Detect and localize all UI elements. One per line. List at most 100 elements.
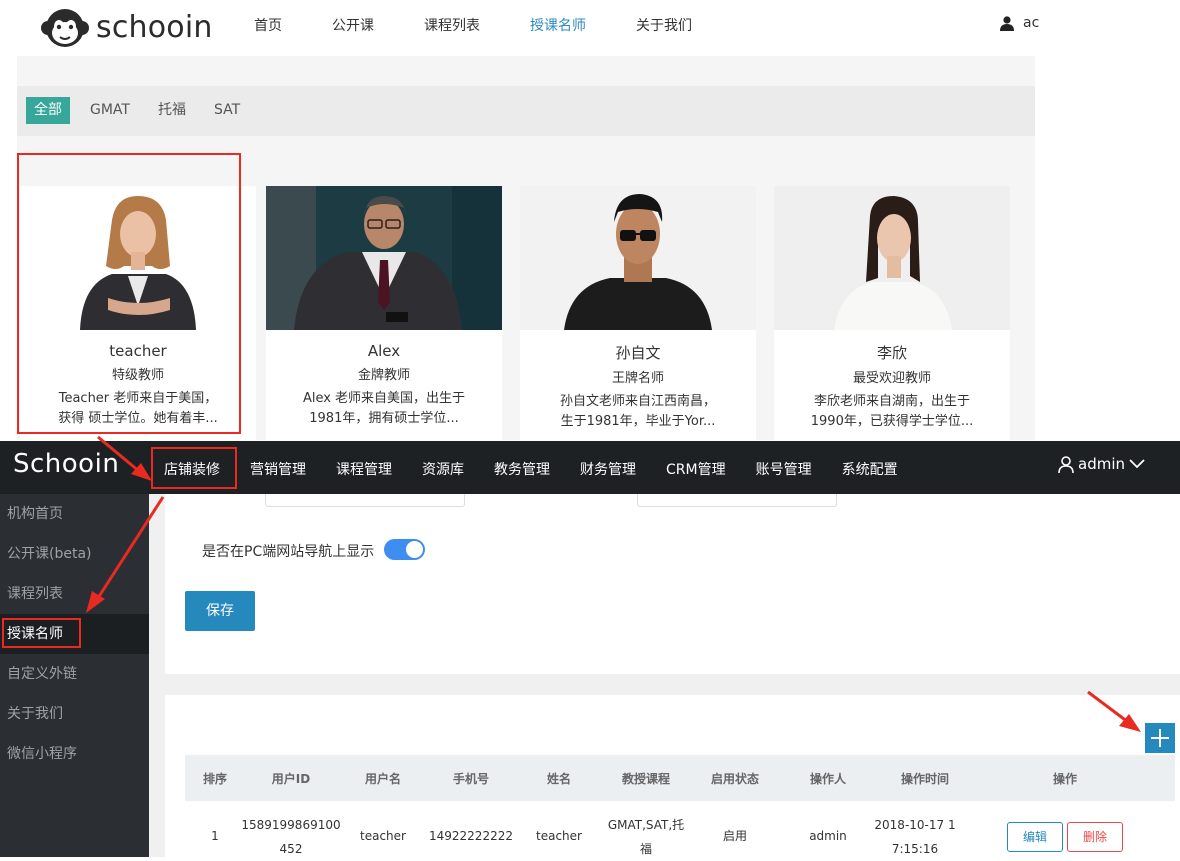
admin-user-menu[interactable]: admin (1058, 455, 1145, 473)
admin-nav-courses[interactable]: 课程管理 (336, 459, 392, 479)
cell-courses-line: GMAT,SAT,托 (607, 818, 685, 832)
monkey-logo-icon (40, 4, 90, 50)
user-outline-icon (1058, 455, 1074, 473)
sidebar-item-about[interactable]: 关于我们 (0, 694, 149, 734)
filter-gmat[interactable]: GMAT (90, 97, 130, 124)
col-username: 用户名 (364, 772, 401, 786)
col-time: 操作时间 (900, 772, 949, 786)
cell-user-id-line: 452 (279, 842, 303, 856)
filter-all[interactable]: 全部 (26, 97, 70, 124)
teacher-desc-line: 1990年，已获得学士学位... (810, 414, 974, 429)
cell-status: 启用 (722, 829, 747, 843)
teacher-desc: 孙自文老师来自江西南昌， 生于1981年，毕业于Yor... (520, 392, 756, 432)
admin-user-name: admin (1078, 455, 1125, 473)
cell-courses-line: 福 (639, 842, 652, 856)
teacher-desc-line: 生于1981年，毕业于Yor... (560, 414, 716, 429)
annotation-highlight-box (151, 447, 237, 489)
cell-username: teacher (360, 829, 406, 843)
admin-sidebar: 机构首页 公开课(beta) 课程列表 授课名师 自定义外链 关于我们 微信小程… (0, 494, 149, 857)
sidebar-item-wechat-miniapp[interactable]: 微信小程序 (0, 734, 149, 774)
site-header: schooin 首页 公开课 课程列表 授课名师 关于我们 ac (0, 0, 1039, 56)
chevron-down-icon (1129, 459, 1145, 469)
site-nav: 首页 公开课 课程列表 授课名师 关于我们 (254, 15, 742, 35)
banner-strip (17, 56, 1035, 86)
teacher-photo (774, 186, 1010, 330)
site-nav-about[interactable]: 关于我们 (636, 15, 692, 35)
sidebar-item-home[interactable]: 机构首页 (0, 494, 149, 534)
teacher-desc-line: 孙自文老师来自江西南昌， (559, 394, 716, 409)
cell-time: 2018-10-17 1 7:15:16 (865, 813, 965, 861)
table-row: 1 1589199869100 452 teacher 14922222222 … (185, 801, 1175, 857)
teacher-title: 最受欢迎教师 (852, 371, 931, 386)
teacher-desc: 李欣老师来自湖南，出生于 1990年，已获得学士学位... (774, 392, 1010, 432)
nav-visibility-label: 是否在PC端网站导航上显示 (202, 544, 375, 560)
teacher-photo (520, 186, 756, 330)
cell-time-line: 7:15:16 (891, 842, 939, 856)
col-actions: 操作 (1052, 772, 1077, 786)
admin-nav-settings[interactable]: 系统配置 (842, 459, 898, 479)
admin-nav-resources[interactable]: 资源库 (422, 459, 464, 479)
teacher-name: Alex (367, 342, 401, 360)
annotation-highlight-box (17, 153, 241, 434)
cell-name: teacher (536, 829, 582, 843)
col-courses: 教授课程 (621, 772, 670, 786)
teacher-desc-line: Alex 老师来自美国，出生于 (302, 391, 466, 406)
cell-courses: GMAT,SAT,托 福 (605, 813, 687, 861)
site-nav-home[interactable]: 首页 (254, 15, 282, 35)
text-input-stub[interactable] (265, 494, 465, 507)
teacher-photo (266, 186, 502, 330)
filter-toefl[interactable]: 托福 (158, 97, 186, 124)
admin-nav: 店铺装修 营销管理 课程管理 资源库 教务管理 财务管理 CRM管理 账号管理 … (164, 459, 928, 479)
teacher-card[interactable]: Alex 金牌教师 Alex 老师来自美国，出生于 1981年，拥有硕士学位..… (266, 186, 502, 440)
save-button[interactable]: 保存 (185, 591, 255, 631)
admin-nav-accounts[interactable]: 账号管理 (756, 459, 812, 479)
col-name: 姓名 (546, 772, 571, 786)
site-user[interactable]: ac (1000, 15, 1039, 31)
teacher-name: 孙自文 (615, 344, 661, 362)
site-user-name: ac (1023, 15, 1040, 31)
annotation-highlight-box (2, 618, 81, 648)
teacher-title: 王牌名师 (611, 371, 664, 386)
admin-logo[interactable]: Schooin (13, 449, 119, 479)
teacher-desc: Alex 老师来自美国，出生于 1981年，拥有硕士学位... (266, 389, 502, 429)
table-header: 排序 用户ID 用户名 手机号 姓名 教授课程 启用状态 操作人 操作时间 操作 (185, 755, 1175, 801)
cell-order: 1 (211, 829, 219, 843)
admin-nav-academic[interactable]: 教务管理 (494, 459, 550, 479)
teacher-desc-line: 李欣老师来自湖南，出生于 (813, 394, 970, 409)
edit-button[interactable]: 编辑 (1007, 822, 1063, 852)
teacher-desc-line: 1981年，拥有硕士学位... (309, 411, 459, 426)
col-phone: 手机号 (452, 772, 489, 786)
text-input-stub[interactable] (637, 494, 837, 507)
delete-button[interactable]: 删除 (1067, 822, 1123, 852)
site-logo[interactable]: schooin (40, 4, 213, 50)
nav-visibility-toggle[interactable] (384, 539, 425, 560)
col-user-id: 用户ID (271, 772, 311, 786)
col-operator: 操作人 (809, 772, 846, 786)
admin-nav-crm[interactable]: CRM管理 (666, 459, 726, 479)
cell-user-id-line: 1589199869100 (241, 818, 341, 832)
site-nav-teachers[interactable]: 授课名师 (530, 15, 586, 35)
cell-operator: admin (809, 829, 847, 843)
teacher-card[interactable]: 孙自文 王牌名师 孙自文老师来自江西南昌， 生于1981年，毕业于Yor... (520, 186, 756, 440)
toggle-knob (406, 541, 423, 558)
site-nav-open-courses[interactable]: 公开课 (332, 15, 374, 35)
add-teacher-button[interactable] (1145, 723, 1175, 753)
cell-user-id: 1589199869100 452 (241, 813, 341, 861)
cell-phone: 14922222222 (429, 829, 513, 843)
site-logo-text: schooin (96, 9, 213, 45)
sidebar-item-custom-links[interactable]: 自定义外链 (0, 654, 149, 694)
user-icon (1000, 15, 1014, 31)
filter-sat[interactable]: SAT (214, 97, 240, 124)
teacher-title: 金牌教师 (357, 368, 410, 383)
sidebar-item-course-list[interactable]: 课程列表 (0, 574, 149, 614)
admin-nav-marketing[interactable]: 营销管理 (250, 459, 306, 479)
cell-time-line: 2018-10-17 1 (874, 818, 956, 832)
teacher-card[interactable]: 李欣 最受欢迎教师 李欣老师来自湖南，出生于 1990年，已获得学士学位... (774, 186, 1010, 440)
col-order: 排序 (202, 772, 227, 786)
sidebar-item-open-courses[interactable]: 公开课(beta) (0, 534, 149, 574)
category-filter-bar: 全部 GMAT 托福 SAT (17, 86, 1035, 136)
teacher-name: 李欣 (876, 344, 907, 362)
site-nav-course-list[interactable]: 课程列表 (424, 15, 480, 35)
admin-nav-finance[interactable]: 财务管理 (580, 459, 636, 479)
col-status: 启用状态 (710, 772, 759, 786)
